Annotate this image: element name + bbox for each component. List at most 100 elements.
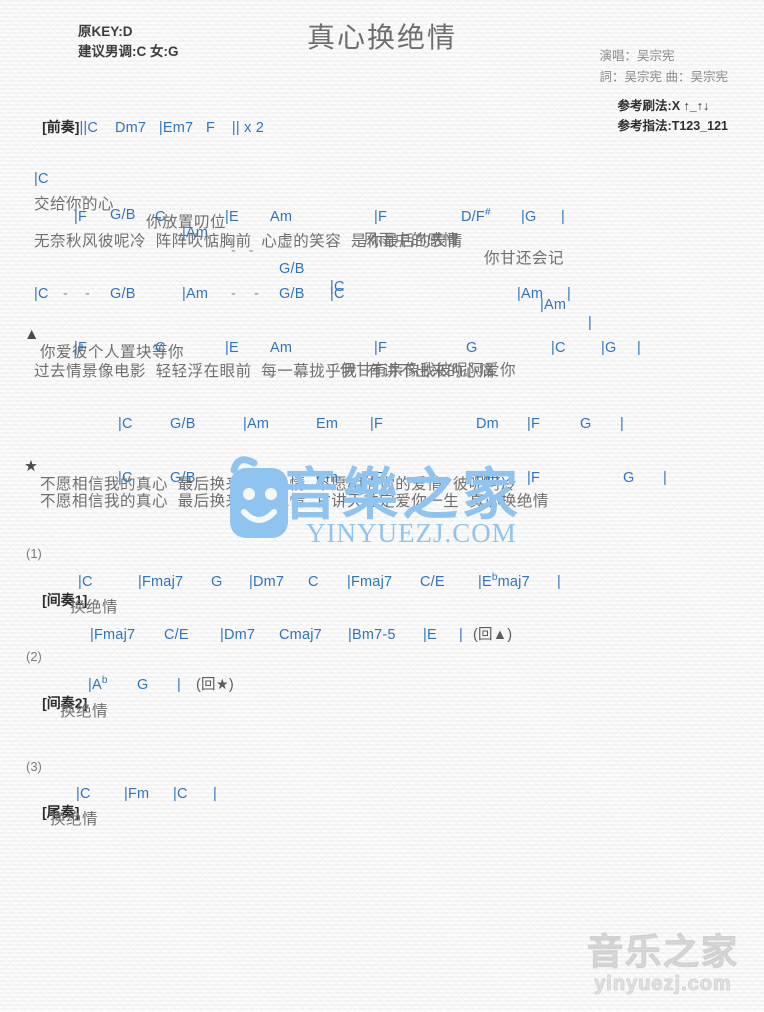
chord: |Dm7	[249, 574, 285, 590]
chord: |F	[74, 209, 88, 225]
chord: Cmaj7	[279, 627, 322, 643]
chord: |C	[118, 416, 133, 432]
verse1-lyric-line-1: 交给你的心 你放置叨位 风雨中的感情 你甘还会记	[0, 178, 764, 286]
chord: |Fmaj7	[347, 574, 393, 590]
chord: C	[155, 209, 166, 225]
chord: G	[623, 470, 635, 486]
chord: |Bm7-5	[348, 627, 396, 643]
verse1-lyric-line-2: 无奈秋风彼呢冷 阵阵吹惦胸前 心虚的笑容 是你最后的表情	[34, 233, 463, 250]
chord: |Ebmaj7	[478, 572, 530, 590]
chord: |	[561, 209, 565, 225]
chord: |Fmaj7	[138, 574, 184, 590]
outro-lyric: 换绝情	[50, 811, 99, 828]
chord-accidental: b	[491, 572, 498, 584]
chord: G/B	[170, 470, 196, 486]
chord: |Am	[243, 416, 270, 432]
chord: |	[177, 677, 181, 693]
intro-chords: ||C Dm7 |Em7 F || x 2	[79, 120, 265, 136]
watermark-cjk-text: 音乐之家	[586, 931, 739, 972]
credits: 演唱：吴宗宪 詞：吴宗宪 曲：吴宗宪	[600, 46, 728, 88]
chord: |	[620, 416, 624, 432]
chord: Am	[270, 340, 293, 356]
chord: G/B	[279, 286, 305, 302]
watermark-url-text: YINYUEZJ.COM	[306, 518, 517, 548]
chord: |G	[521, 209, 537, 225]
chord: C	[308, 574, 319, 590]
chorus-lyric-line-2: 不愿相信我的真心 最后换来一场绝情 甘讲天註定爱你一生 真心换绝情	[40, 493, 549, 510]
chord: |Am	[517, 286, 544, 302]
outro-number: (3)	[26, 759, 42, 774]
section-marker-star: ★	[24, 458, 39, 475]
chord-accidental: b	[101, 675, 108, 687]
chord: |C	[330, 286, 345, 302]
chord: |	[557, 574, 561, 590]
chord: |F	[527, 416, 541, 432]
chord: |Ab	[88, 675, 108, 693]
chord: |E	[225, 209, 239, 225]
chord-dash: -	[254, 286, 260, 302]
chord: |	[663, 470, 667, 486]
interlude2-number: (2)	[26, 649, 42, 664]
chord: |Am	[182, 286, 209, 302]
chord: D/F#	[461, 207, 491, 225]
chord: Em	[316, 416, 339, 432]
chord: Am	[270, 209, 293, 225]
chord: C/E	[164, 627, 189, 643]
watermark-url-text: yinyuezj.com	[594, 973, 732, 996]
chord: Dm	[476, 416, 499, 432]
chord: |Fmaj7	[90, 627, 136, 643]
chord: Em	[316, 470, 339, 486]
chord: |F	[370, 470, 384, 486]
interlude1-number: (1)	[26, 546, 42, 561]
chord: G	[211, 574, 223, 590]
writer-line: 詞：吴宗宪 曲：吴宗宪	[599, 70, 728, 84]
chord: C	[155, 340, 166, 356]
chord: |C	[34, 286, 49, 302]
chord: |F	[374, 209, 388, 225]
chord: G/B	[110, 286, 136, 302]
chord: |F	[374, 340, 388, 356]
chord-dash: -	[231, 286, 237, 302]
chord: |Fm	[124, 786, 150, 802]
chord: |C	[118, 470, 133, 486]
chord: |	[213, 786, 217, 802]
chord: G/B	[170, 416, 196, 432]
chord-accidental: #	[484, 207, 491, 219]
chord: |C	[78, 574, 93, 590]
chord-dash: -	[85, 286, 91, 302]
intro-row: [前奏]||C Dm7 |Em7 F || x 2	[26, 100, 264, 155]
bottom-right-watermark: 音乐之家 yinyuezj.com	[584, 931, 742, 996]
chord: |F	[527, 470, 541, 486]
finger-pattern: 参考指法:T123_121	[617, 119, 728, 133]
chord: |F	[74, 340, 88, 356]
reference-info: 参考刷法:X ↑_↑↓ 参考指法:T123_121	[618, 96, 728, 136]
chord: |E	[225, 340, 239, 356]
repeat-marker: (回★)	[196, 677, 234, 693]
chord: |G	[601, 340, 617, 356]
chord: |C	[173, 786, 188, 802]
verse2-lyric-line-2: 过去情景像电影 轻轻浮在眼前 每一幕拢乎我 有讲不出来的心痛	[34, 363, 495, 380]
intro-label: [前奏]	[42, 119, 80, 135]
chord: |	[459, 627, 463, 643]
chord: |	[637, 340, 641, 356]
chord: G	[466, 340, 478, 356]
chord-dash: -	[63, 286, 69, 302]
chord: C/E	[420, 574, 445, 590]
chord: |E	[423, 627, 437, 643]
section-marker-triangle: ▲	[24, 326, 40, 343]
strum-pattern: 参考刷法:X ↑_↑↓	[617, 99, 710, 113]
lyric-segment: 不愿相信我的真心 最后换来一场绝情 不愿相信你的爱情 彼呢阿冷	[40, 476, 517, 493]
chord: |F	[370, 416, 384, 432]
singer-line: 演唱：吴宗宪	[599, 49, 675, 63]
interlude2-lyric: 换绝情	[60, 703, 109, 720]
chord: |C	[76, 786, 91, 802]
interlude1-lyric: 换绝情	[70, 599, 119, 616]
chord: G	[137, 677, 149, 693]
chord: |	[567, 286, 571, 302]
repeat-marker: (回▲)	[473, 627, 513, 643]
chord: |Am	[243, 470, 270, 486]
chord-sheet: 原KEY:D 建议男调:C 女:G 真心换绝情 演唱：吴宗宪 詞：吴宗宪 曲：吴…	[0, 0, 764, 1012]
chord: G	[580, 416, 592, 432]
chord: Dm	[476, 470, 499, 486]
chord: |C	[551, 340, 566, 356]
